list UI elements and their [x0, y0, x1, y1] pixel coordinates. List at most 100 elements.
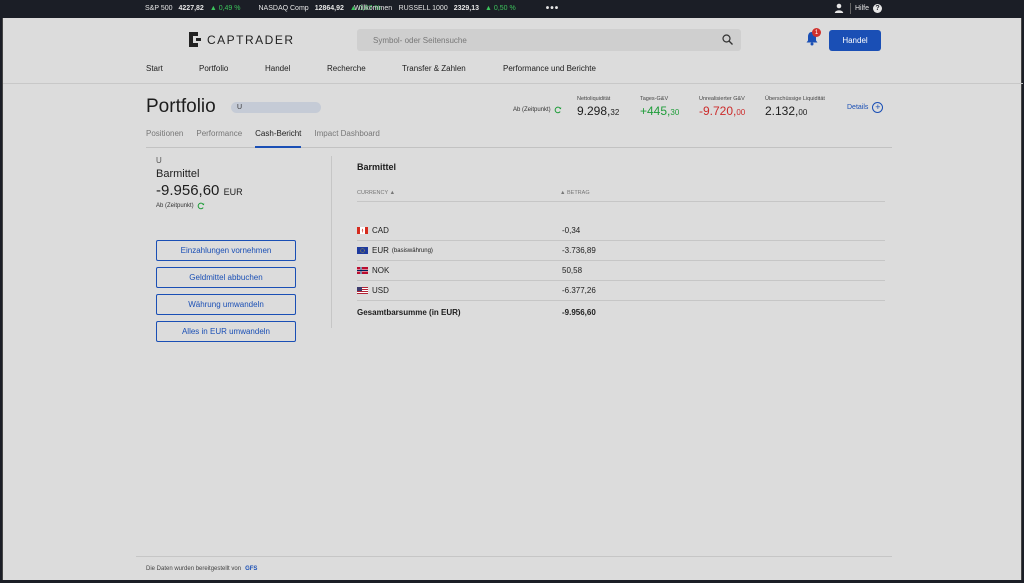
- nav-item-recherche[interactable]: Recherche: [327, 64, 402, 73]
- app-content: CAPTRADER Symbol- oder Seitensuche 1 Han…: [2, 18, 1023, 580]
- ticker-change: ▲ 0,49 %: [209, 5, 241, 12]
- metric-value: 9.298,32: [577, 104, 619, 118]
- table-row[interactable]: EUR (basiswährung) -3.736,89: [357, 241, 885, 261]
- currency-code: EUR: [372, 246, 389, 255]
- metric-value-cents: 30: [670, 108, 680, 117]
- notifications-button[interactable]: 1: [805, 28, 821, 46]
- column-header-currency[interactable]: CURRENCY ▲: [357, 190, 395, 196]
- refresh-icon[interactable]: [554, 106, 562, 114]
- column-label: CURRENCY: [357, 190, 389, 196]
- market-ticker: S&P 500 4227,82 ▲ 0,49 % NASDAQ Comp 128…: [0, 0, 1024, 17]
- logo-text: CAPTRADER: [207, 32, 295, 47]
- portfolio-tabs: Positionen Performance Cash-Bericht Impa…: [146, 126, 892, 148]
- currency-cell: EUR (basiswährung): [357, 246, 433, 255]
- plus-circle-icon: +: [872, 102, 884, 113]
- trade-button[interactable]: Handel: [829, 30, 881, 51]
- metric-value: +445,30: [640, 104, 679, 118]
- metric-value-main: -9.720,: [699, 104, 737, 118]
- metric-net-liquidity: Nettoliquidität 9.298,32: [577, 96, 619, 118]
- metric-value-cents: 00: [736, 108, 746, 117]
- ticker-name: S&P 500: [145, 5, 173, 12]
- base-currency-note: (basiswährung): [391, 247, 433, 254]
- metric-daily-pnl: Tages-G&V +445,30: [640, 96, 679, 118]
- nav-item-start[interactable]: Start: [146, 64, 199, 73]
- metric-value: 2.132,00: [765, 104, 825, 118]
- nav-item-portfolio[interactable]: Portfolio: [199, 64, 265, 73]
- ticker-name: NASDAQ Comp: [258, 5, 309, 12]
- column-header-amount[interactable]: ▲ BETRAG: [560, 190, 590, 196]
- amount-cell: -6.377,26: [562, 286, 596, 295]
- search-icon[interactable]: [722, 34, 733, 45]
- sort-arrow-icon: ▲: [389, 190, 396, 196]
- nav-item-handel[interactable]: Handel: [265, 64, 327, 73]
- column-label: BETRAG: [566, 190, 590, 196]
- metric-label: Unrealisierter G&V: [699, 96, 745, 102]
- currency-code: USD: [372, 286, 389, 295]
- help-label: Hilfe: [855, 5, 870, 12]
- sort-arrow-icon: ▲: [560, 190, 566, 196]
- metric-value-cents: 00: [798, 108, 808, 117]
- cash-table-title: Barmittel: [357, 162, 397, 172]
- site-header: CAPTRADER Symbol- oder Seitensuche 1 Han…: [3, 18, 1023, 84]
- table-row[interactable]: CAD -0,34: [357, 221, 885, 241]
- currency-cell: NOK: [357, 266, 389, 275]
- metric-value-main: +445,: [640, 104, 671, 118]
- tab-performance[interactable]: Performance: [196, 126, 242, 148]
- convert-all-eur-button[interactable]: Alles in EUR umwandeln: [156, 321, 296, 342]
- tab-cash-bericht[interactable]: Cash-Bericht: [255, 126, 302, 148]
- captrader-logo[interactable]: CAPTRADER: [189, 32, 295, 47]
- metric-value-cents: 32: [610, 108, 620, 117]
- refresh-icon[interactable]: [197, 202, 205, 210]
- user-icon[interactable]: [834, 3, 844, 13]
- usa-flag-icon: [357, 287, 368, 294]
- ticker-value: 4227,82: [178, 5, 204, 12]
- footer-text: Die Daten wurden bereitgestellt von: [146, 565, 242, 572]
- cash-amount-value: -9.956,60: [156, 182, 220, 199]
- cash-amount: -9.956,60 EUR: [156, 182, 326, 199]
- canada-flag-icon: [357, 227, 368, 234]
- welcome-area: Willkommen: [354, 0, 882, 17]
- norway-flag-icon: [357, 267, 368, 274]
- ticker-item[interactable]: S&P 500 4227,82 ▲ 0,49 %: [145, 5, 241, 12]
- cash-as-of-text: Ab (Zeitpunkt): [156, 203, 194, 209]
- tab-positionen[interactable]: Positionen: [146, 126, 183, 148]
- as-of-text: Ab (Zeitpunkt): [513, 107, 551, 113]
- convert-currency-button[interactable]: Währung umwandeln: [156, 294, 296, 315]
- deposit-button[interactable]: Einzahlungen vornehmen: [156, 240, 296, 261]
- metric-value-main: 2.132,: [765, 104, 799, 118]
- cash-table-panel: Barmittel CURRENCY ▲ ▲ BETRAG CAD -0,34: [357, 162, 885, 317]
- main-nav: Start Portfolio Handel Recherche Transfe…: [146, 64, 596, 73]
- total-amount: -9.956,60: [562, 308, 596, 317]
- amount-cell: 50,58: [562, 266, 583, 275]
- tab-impact-dashboard[interactable]: Impact Dashboard: [314, 126, 379, 148]
- table-row[interactable]: NOK 50,58: [357, 261, 885, 281]
- browser-frame: S&P 500 4227,82 ▲ 0,49 % NASDAQ Comp 128…: [0, 0, 1024, 583]
- metric-excess-liquidity: Überschüssige Liquidität 2.132,00: [765, 96, 825, 118]
- cash-currency: EUR: [223, 187, 243, 197]
- cash-as-of: Ab (Zeitpunkt): [156, 202, 326, 210]
- total-label: Gesamtbarsumme (in EUR): [357, 308, 461, 317]
- cash-title: Barmittel: [156, 168, 200, 180]
- gfs-logo[interactable]: GFS: [245, 566, 257, 572]
- cash-summary-panel: U Barmittel -9.956,60 EUR Ab (Zeitpunkt)…: [156, 156, 326, 342]
- divider: [331, 156, 332, 328]
- notification-badge: 1: [812, 28, 821, 37]
- help-link[interactable]: Hilfe ?: [855, 0, 883, 17]
- metric-label: Nettoliquidität: [577, 96, 611, 102]
- nav-item-performance[interactable]: Performance und Berichte: [503, 64, 596, 73]
- search-placeholder: Symbol- oder Seitensuche: [373, 35, 467, 45]
- account-selector[interactable]: U: [231, 102, 321, 113]
- account-id: U: [156, 156, 162, 165]
- logo-mark-icon: [189, 32, 201, 47]
- total-row: Gesamtbarsumme (in EUR) -9.956,60: [357, 308, 885, 317]
- table-row[interactable]: USD -6.377,26: [357, 281, 885, 301]
- details-button[interactable]: Details +: [847, 102, 884, 113]
- currency-cell: USD: [357, 286, 389, 295]
- symbol-search-input[interactable]: Symbol- oder Seitensuche: [357, 29, 741, 51]
- withdraw-button[interactable]: Geldmittel abbuchen: [156, 267, 296, 288]
- currency-code: NOK: [372, 266, 390, 275]
- divider: [850, 3, 851, 14]
- nav-item-transfer[interactable]: Transfer & Zahlen: [402, 64, 503, 73]
- metric-unrealized-pnl: Unrealisierter G&V -9.720,00: [699, 96, 745, 118]
- currency-code: CAD: [372, 226, 389, 235]
